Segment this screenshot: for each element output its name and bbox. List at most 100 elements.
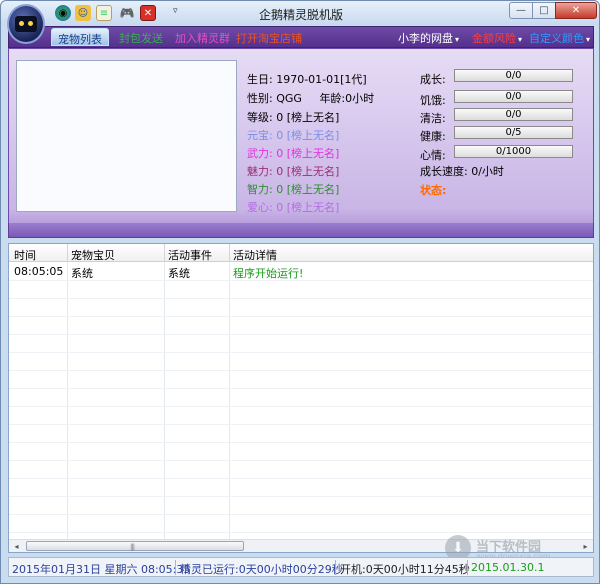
zhili-row: 智力: 0 [榜上无名] <box>247 181 339 197</box>
table-row <box>9 353 593 371</box>
stat-label: 成长: <box>420 73 446 86</box>
table-row <box>9 515 593 533</box>
meili-label: 魅力: <box>247 165 273 178</box>
table-row <box>9 371 593 389</box>
row-event: 系统 <box>168 267 190 280</box>
table-row <box>9 281 593 299</box>
zhili-value: 0 [榜上无名] <box>276 183 340 196</box>
birthday-value: 1970-01-01[1代] <box>276 73 367 86</box>
notepad-icon[interactable]: ≡ <box>96 5 112 21</box>
wuli-value: 0 [榜上无名] <box>276 147 340 160</box>
table-row <box>9 425 593 443</box>
status-divider <box>175 560 176 575</box>
table-row <box>9 389 593 407</box>
wuli-label: 武力: <box>247 147 273 160</box>
col-time[interactable]: 时间 <box>14 247 36 263</box>
gender-label: 性别: <box>247 92 273 105</box>
clean-bar: 0/0 <box>454 108 573 121</box>
wuli-row: 武力: 0 [榜上无名] <box>247 145 339 161</box>
minimize-button[interactable]: — <box>509 2 533 19</box>
title-bar: 企鹅精灵脱机版 ◉ ☺ ≡ 🎮 ✕ ▿ — □ ✕ <box>1 1 599 25</box>
stat-label: 清洁: <box>420 112 446 125</box>
birthday-row: 生日: 1970-01-01[1代] <box>247 71 367 87</box>
pet-image <box>16 60 237 212</box>
menu-net-disk[interactable]: 小李的网盘 ▾ <box>398 30 459 46</box>
log-header: 时间 宠物宝贝 活动事件 活动详情 <box>9 244 593 262</box>
status-datetime: 2015年01月31日 星期六 08:05:35 <box>12 563 191 576</box>
level-row: 等级: 0 [榜上无名] <box>247 109 339 125</box>
table-row <box>9 317 593 335</box>
table-row <box>9 479 593 497</box>
status-label: 状态: <box>420 184 447 197</box>
table-row <box>9 299 593 317</box>
menu-risk[interactable]: 金额风险 ▾ <box>472 30 522 46</box>
growth-speed-label: 成长速度: <box>420 165 468 178</box>
column-divider <box>67 244 68 262</box>
yuanbao-row: 元宝: 0 [榜上无名] <box>247 127 339 143</box>
table-row <box>9 335 593 353</box>
status-boot: 开机:0天00小时11分45秒 <box>340 563 470 576</box>
activity-log[interactable]: 时间 宠物宝贝 活动事件 活动详情 08:05:05 系统 系统 程序开始运行! <box>8 243 594 553</box>
gender-row: 性别: QGG 年龄:0小时 <box>247 90 374 106</box>
close-button[interactable]: ✕ <box>555 2 597 19</box>
aixin-value: 0 [榜上无名] <box>276 201 340 214</box>
table-row <box>9 407 593 425</box>
status-version: 2015.01.30.1 <box>471 561 545 574</box>
column-divider <box>229 244 230 262</box>
maximize-button[interactable]: □ <box>532 2 556 19</box>
gamepad-icon[interactable]: 🎮 <box>119 5 135 21</box>
column-divider <box>164 244 165 262</box>
table-row[interactable]: 08:05:05 系统 系统 程序开始运行! <box>9 263 593 281</box>
level-value: 0 [榜上无名] <box>276 111 340 124</box>
zhili-label: 智力: <box>247 183 273 196</box>
row-pet: 系统 <box>71 267 93 280</box>
age-label: 年龄: <box>319 92 346 105</box>
hunger-bar: 0/0 <box>454 90 573 103</box>
globe-icon[interactable]: ◉ <box>55 5 71 21</box>
app-logo-icon[interactable] <box>7 4 45 44</box>
table-row <box>9 497 593 515</box>
yuanbao-label: 元宝: <box>247 129 273 142</box>
col-event[interactable]: 活动事件 <box>168 247 212 263</box>
app-window: 企鹅精灵脱机版 ◉ ☺ ≡ 🎮 ✕ ▿ — □ ✕ 宠物列表 封包发送 加入精灵… <box>0 0 600 584</box>
menu-open-shop[interactable]: 打开淘宝店铺 <box>236 30 302 46</box>
mood-bar: 0/1000 <box>454 145 573 158</box>
pet-info-panel: 生日: 1970-01-01[1代] 性别: QGG 年龄:0小时 等级: 0 … <box>8 48 594 238</box>
chevron-down-icon: ▾ <box>586 35 591 44</box>
grip-icon: ||| <box>130 543 135 551</box>
users-icon[interactable]: ☺ <box>75 5 91 21</box>
scroll-thumb[interactable]: ||| <box>26 541 244 551</box>
col-detail[interactable]: 活动详情 <box>233 247 277 263</box>
scroll-left-icon[interactable]: ◂ <box>10 540 23 552</box>
yuanbao-value: 0 [榜上无名] <box>276 129 340 142</box>
quickbar-dropdown-icon[interactable]: ▿ <box>173 6 178 16</box>
growth-bar: 0/0 <box>454 69 573 82</box>
birthday-label: 生日: <box>247 73 273 86</box>
status-bar: 2015年01月31日 星期六 08:05:35 精灵已运行:0天00小时00分… <box>8 557 594 577</box>
menu-custom-color[interactable]: 自定义颜色 ▾ <box>529 30 590 46</box>
level-label: 等级: <box>247 111 273 124</box>
close-red-icon[interactable]: ✕ <box>140 5 156 21</box>
aixin-row: 爱心: 0 [榜上无名] <box>247 199 339 215</box>
growth-speed-row: 成长速度: 0/小时 <box>420 163 504 179</box>
tab-pet-list[interactable]: 宠物列表 <box>51 28 109 46</box>
meili-value: 0 [榜上无名] <box>276 165 340 178</box>
table-row <box>9 461 593 479</box>
gender-value: QGG <box>276 92 302 105</box>
status-running: 精灵已运行:0天00小时00分29秒 <box>180 563 343 576</box>
stat-label: 心情: <box>420 149 446 162</box>
chevron-down-icon: ▾ <box>455 35 460 44</box>
col-pet[interactable]: 宠物宝贝 <box>71 247 115 263</box>
menu-join-group[interactable]: 加入精灵群 <box>175 30 230 46</box>
age-value: 0小时 <box>345 92 375 105</box>
row-time: 08:05:05 <box>14 265 64 278</box>
menu-custom-color-label: 自定义颜色 <box>529 32 584 45</box>
menu-bar: 宠物列表 封包发送 加入精灵群 打开淘宝店铺 小李的网盘 ▾ 金额风险 ▾ 自定义颜… <box>8 26 594 48</box>
menu-send-packet[interactable]: 封包发送 <box>119 30 163 46</box>
health-bar: 0/5 <box>454 126 573 139</box>
status-divider <box>467 560 468 575</box>
panel-footer <box>8 223 594 238</box>
status-divider <box>335 560 336 575</box>
meili-row: 魅力: 0 [榜上无名] <box>247 163 339 179</box>
stat-label: 健康: <box>420 130 446 143</box>
